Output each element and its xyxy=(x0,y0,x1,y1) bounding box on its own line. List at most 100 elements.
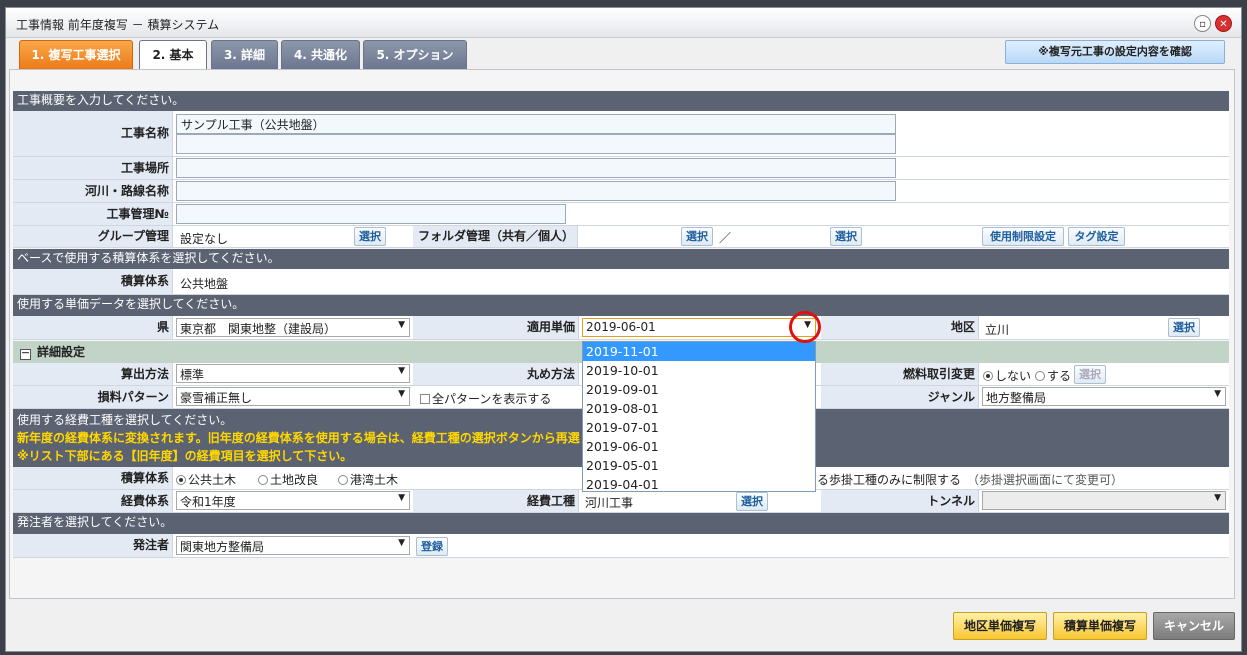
label-name: 工事名称 xyxy=(13,111,173,156)
section-orderer-header: 発注者を選択してください。 xyxy=(13,513,1229,534)
folder-separator: ／ xyxy=(719,231,732,245)
prefecture-value: 東京都 関東地整（建設局） xyxy=(180,322,337,336)
label-area: 地区 xyxy=(821,316,979,339)
group-value: 設定なし xyxy=(180,232,229,246)
cost-system-select[interactable]: 令和1年度 ▼ xyxy=(176,491,410,510)
orderer-value: 関東地方整備局 xyxy=(180,540,265,554)
fuel-radio-on[interactable]: する xyxy=(1035,367,1071,384)
radio-icon xyxy=(338,475,348,485)
dropdown-option[interactable]: 2019-09-01 xyxy=(583,380,815,399)
row-system: 積算体系 公共地盤 xyxy=(13,269,1229,295)
window-title: 工事情報 前年度複写 － 積算システム xyxy=(16,18,220,32)
radio-harbor-civil[interactable]: 港湾土木 xyxy=(338,471,398,488)
label-river: 河川・路線名称 xyxy=(13,180,173,202)
highlight-circle-marker xyxy=(789,311,821,343)
construction-place-input[interactable] xyxy=(176,158,896,178)
river-name-input[interactable] xyxy=(176,181,896,201)
section-unit-price-header: 使用する単価データを選択してください。 xyxy=(13,295,1229,316)
all-pattern-checkbox[interactable]: 全パターンを表示する xyxy=(420,390,551,407)
radio-land-improve[interactable]: 土地改良 xyxy=(258,471,318,488)
section-system-header: ベースで使用する積算体系を選択してください。 xyxy=(13,249,1229,269)
label-pref: 県 xyxy=(13,316,173,339)
calc-method-select[interactable]: 標準 ▼ xyxy=(176,364,410,383)
row-river: 河川・路線名称 xyxy=(13,180,1229,203)
radio-icon xyxy=(258,475,268,485)
cost-system-value: 令和1年度 xyxy=(180,495,236,509)
label-cost-system: 積算体系 xyxy=(13,467,173,489)
radio-icon xyxy=(1035,371,1045,381)
area-price-copy-button[interactable]: 地区単価複写 xyxy=(953,612,1047,640)
radio-icon xyxy=(176,475,186,485)
confirm-source-button[interactable]: ※複写元工事の設定内容を確認 xyxy=(1005,40,1225,64)
dropdown-option[interactable]: 2019-05-01 xyxy=(583,456,815,475)
system-value: 公共地盤 xyxy=(180,277,229,291)
tab-basic[interactable]: 2. 基本 xyxy=(139,40,207,71)
genre-value: 地方整備局 xyxy=(986,391,1047,405)
group-select-button[interactable]: 選択 xyxy=(354,227,386,246)
calc-price-copy-button[interactable]: 積算単価複写 xyxy=(1053,612,1147,640)
radio-land-improve-label: 土地改良 xyxy=(270,473,319,487)
area-value: 立川 xyxy=(985,323,1010,337)
row-orderer: 発注者 関東地方整備局 ▼ 登録 xyxy=(13,534,1229,558)
label-group: グループ管理 xyxy=(13,226,173,247)
applied-price-dropdown-list[interactable]: 2019-11-01 2019-10-01 2019-09-01 2019-08… xyxy=(582,341,816,492)
loss-pattern-select[interactable]: 豪雪補正無し ▼ xyxy=(176,387,410,406)
fuel-select-button[interactable]: 選択 xyxy=(1074,365,1106,384)
checkbox-icon xyxy=(420,394,430,404)
radio-icon xyxy=(983,371,993,381)
fuel-radio-off[interactable]: しない xyxy=(983,367,1031,384)
applied-price-select[interactable]: 2019-06-01 ▼ xyxy=(582,318,816,337)
tab-copy-select[interactable]: 1. 複写工事選択 xyxy=(19,40,133,69)
row-unit-price: 県 東京都 関東地整（建設局） ▼ 適用単価 2019-06-01 ▼ 地区 立川 … xyxy=(13,316,1229,340)
prefecture-select[interactable]: 東京都 関東地整（建設局） ▼ xyxy=(176,318,410,337)
dropdown-option[interactable]: 2019-08-01 xyxy=(583,399,815,418)
tab-common[interactable]: 4. 共通化 xyxy=(281,40,360,69)
row-group: グループ管理 設定なし 選択 フォルダ管理（共有／個人） 選択 ／ 選択 使用制… xyxy=(13,226,1229,248)
collapse-icon[interactable]: － xyxy=(20,349,31,360)
restrict-text: る歩掛工種のみに制限する xyxy=(817,473,962,487)
label-price: 適用単価 xyxy=(413,316,579,339)
tag-setting-button[interactable]: タグ設定 xyxy=(1068,227,1125,246)
restore-icon[interactable]: ▫ xyxy=(1194,15,1211,32)
construction-name-input[interactable]: サンプル工事（公共地盤） xyxy=(176,114,896,134)
detail-header-label: 詳細設定 xyxy=(37,345,86,359)
cancel-button[interactable]: キャンセル xyxy=(1153,612,1235,640)
label-fuel: 燃料取引変更 xyxy=(821,363,979,385)
section-overview-header: 工事概要を入力してください。 xyxy=(13,91,1229,111)
usage-limit-button[interactable]: 使用制限設定 xyxy=(982,227,1064,246)
row-mgmt: 工事管理№ xyxy=(13,203,1229,226)
label-round: 丸め方法 xyxy=(413,363,579,385)
cost-kind-value: 河川工事 xyxy=(585,496,634,510)
fuel-on-label: する xyxy=(1047,369,1072,383)
construction-name-input-2[interactable] xyxy=(176,134,896,154)
folder-select-button-2[interactable]: 選択 xyxy=(830,227,862,246)
tunnel-select[interactable]: ▼ xyxy=(982,491,1226,510)
management-no-input[interactable] xyxy=(176,204,566,224)
folder-select-button[interactable]: 選択 xyxy=(681,227,713,246)
label-folder: フォルダ管理（共有／個人） xyxy=(413,226,578,247)
dropdown-option[interactable]: 2019-07-01 xyxy=(583,418,815,437)
label-loss: 損料パターン xyxy=(13,386,173,408)
close-icon[interactable]: ✕ xyxy=(1215,15,1232,32)
tab-option[interactable]: 5. オプション xyxy=(363,40,467,69)
tab-detail[interactable]: 3. 詳細 xyxy=(211,40,278,69)
cost-kind-select-button[interactable]: 選択 xyxy=(736,492,768,511)
dropdown-option[interactable]: 2019-11-01 xyxy=(583,342,815,361)
genre-select[interactable]: 地方整備局 ▼ xyxy=(982,387,1226,406)
orderer-register-button[interactable]: 登録 xyxy=(416,537,448,556)
label-kind: 経費工種 xyxy=(413,490,579,512)
chevron-down-icon: ▼ xyxy=(1214,389,1221,399)
dropdown-option[interactable]: 2019-10-01 xyxy=(583,361,815,380)
area-select-button[interactable]: 選択 xyxy=(1168,318,1200,337)
orderer-select[interactable]: 関東地方整備局 ▼ xyxy=(176,536,410,555)
dropdown-option[interactable]: 2019-06-01 xyxy=(583,437,815,456)
fuel-off-label: しない xyxy=(995,369,1032,383)
label-calc: 算出方法 xyxy=(13,363,173,385)
chevron-down-icon: ▼ xyxy=(398,320,405,330)
radio-public-civil[interactable]: 公共土木 xyxy=(176,471,236,488)
label-cost: 経費体系 xyxy=(13,490,173,512)
loss-pattern-value: 豪雪補正無し xyxy=(180,391,253,405)
calc-method-value: 標準 xyxy=(180,368,205,382)
dropdown-option[interactable]: 2019-04-01 xyxy=(583,475,815,494)
radio-harbor-civil-label: 港湾土木 xyxy=(350,473,399,487)
